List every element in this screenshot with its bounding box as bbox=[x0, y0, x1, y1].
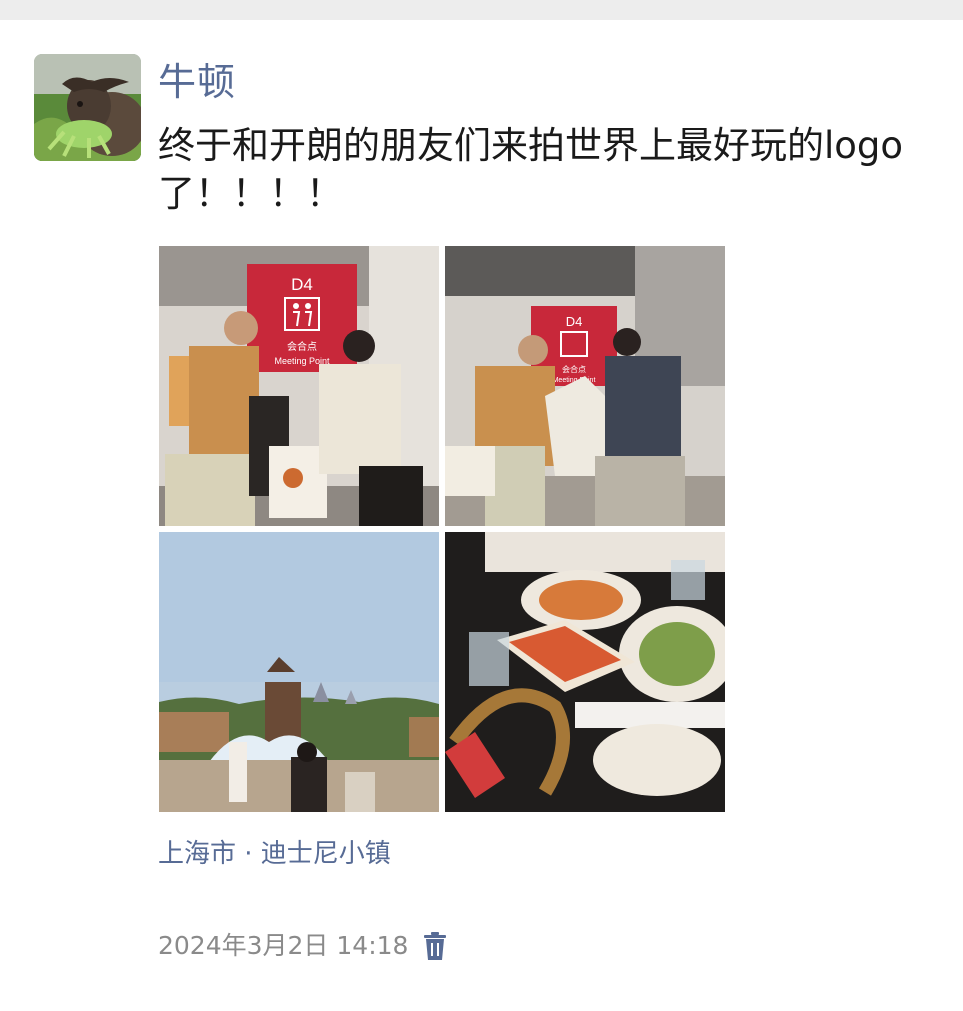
timestamp: 2024年3月2日 14:18 bbox=[158, 931, 409, 960]
photo-meeting-point-2[interactable]: D4 会合点 Meeting Point bbox=[445, 246, 725, 526]
sign-text: 会合点 bbox=[287, 340, 317, 353]
username[interactable]: 牛顿 bbox=[158, 58, 236, 106]
photo-meeting-point-1-image: D4 会合点 Meeting Point bbox=[159, 246, 439, 526]
trash-icon[interactable] bbox=[422, 930, 448, 962]
photo-meeting-point-2-image: D4 会合点 Meeting Point bbox=[445, 246, 725, 526]
sign-title-2: D4 bbox=[566, 314, 583, 329]
post-meta-row: 2024年3月2日 14:18 bbox=[158, 926, 448, 966]
photo-disney-town-fountain[interactable] bbox=[159, 532, 439, 812]
avatar[interactable] bbox=[34, 54, 141, 161]
photo-grid: D4 会合点 Meeting Point D4 会合点 Meeting Poin… bbox=[159, 246, 725, 812]
sign-title: D4 bbox=[291, 275, 313, 294]
post-text: 终于和开朗的朋友们来拍世界上最好玩的logo 了！！！！ bbox=[158, 122, 948, 218]
post-text-line-1: 终于和开朗的朋友们来拍世界上最好玩的logo bbox=[158, 124, 904, 167]
photo-meeting-point-1[interactable]: D4 会合点 Meeting Point bbox=[159, 246, 439, 526]
photo-restaurant-table[interactable] bbox=[445, 532, 725, 812]
avatar-buffalo-image bbox=[34, 54, 141, 161]
photo-disney-town-fountain-image bbox=[159, 532, 439, 812]
location-link[interactable]: 上海市 · 迪士尼小镇 bbox=[158, 836, 391, 872]
post-text-line-2: 了！！！！ bbox=[158, 172, 343, 215]
photo-restaurant-table-image bbox=[445, 532, 725, 812]
top-divider-strip bbox=[0, 0, 963, 20]
sign-text-2: 会合点 bbox=[562, 364, 586, 374]
